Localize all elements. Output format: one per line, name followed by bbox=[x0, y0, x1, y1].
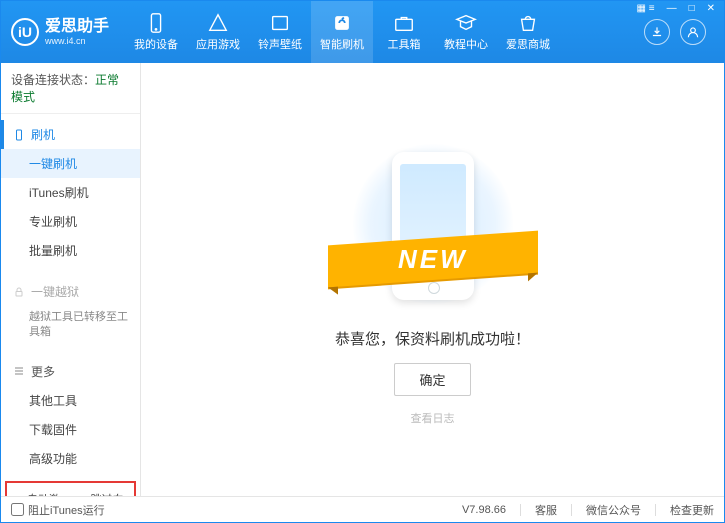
sidebar-item-pro[interactable]: 专业刷机 bbox=[1, 207, 140, 236]
sidebar-item-itunes[interactable]: iTunes刷机 bbox=[1, 178, 140, 207]
update-link[interactable]: 检查更新 bbox=[670, 502, 714, 518]
sidebar-item-batch[interactable]: 批量刷机 bbox=[1, 236, 140, 265]
success-illustration: NEW bbox=[328, 134, 538, 314]
lock-icon bbox=[13, 286, 25, 298]
close-button[interactable]: ✕ bbox=[704, 3, 718, 14]
tutorial-icon bbox=[455, 12, 477, 34]
header: ▦ ≡ — □ ✕ iU 爱思助手 www.i4.cn 我的设备 应用游戏 铃声 bbox=[1, 1, 724, 63]
highlighted-checkboxes: 自动激活 跳过向导 bbox=[5, 481, 136, 496]
main-content: NEW 恭喜您，保资料刷机成功啦！ 确定 查看日志 bbox=[141, 63, 724, 496]
list-icon bbox=[13, 365, 25, 377]
divider bbox=[520, 504, 521, 516]
toolbox-icon bbox=[393, 12, 415, 34]
footer-right: V7.98.66 客服 微信公众号 检查更新 bbox=[462, 502, 714, 518]
jailbreak-note: 越狱工具已转移至工具箱 bbox=[1, 306, 140, 345]
nav-my-device[interactable]: 我的设备 bbox=[125, 1, 187, 63]
app-title: 爱思助手 bbox=[45, 17, 109, 36]
store-icon bbox=[517, 12, 539, 34]
wechat-link[interactable]: 微信公众号 bbox=[586, 502, 641, 518]
header-actions bbox=[644, 19, 706, 45]
sidebar-item-oneclick[interactable]: 一键刷机 bbox=[1, 149, 140, 178]
ok-button[interactable]: 确定 bbox=[394, 363, 470, 396]
sidebar: 设备连接状态：正常模式 刷机 一键刷机 iTunes刷机 专业刷机 批量刷机 一… bbox=[1, 63, 141, 496]
footer: 阻止iTunes运行 V7.98.66 客服 微信公众号 检查更新 bbox=[1, 496, 724, 522]
app-window: ▦ ≡ — □ ✕ iU 爱思助手 www.i4.cn 我的设备 应用游戏 铃声 bbox=[0, 0, 725, 523]
menu-icon[interactable]: ▦ ≡ bbox=[634, 3, 658, 14]
nav-tutorial[interactable]: 教程中心 bbox=[435, 1, 497, 63]
window-controls: ▦ ≡ — □ ✕ bbox=[634, 3, 719, 14]
nav-ringtone[interactable]: 铃声壁纸 bbox=[249, 1, 311, 63]
section-jailbreak: 一键越狱 越狱工具已转移至工具箱 bbox=[1, 271, 140, 351]
nav-apps[interactable]: 应用游戏 bbox=[187, 1, 249, 63]
logo-icon: iU bbox=[11, 18, 39, 46]
nav-store[interactable]: 爱思商城 bbox=[497, 1, 559, 63]
app-subtitle: www.i4.cn bbox=[45, 36, 109, 47]
sidebar-item-firmware[interactable]: 下载固件 bbox=[1, 415, 140, 444]
divider bbox=[571, 504, 572, 516]
nav-flash[interactable]: 智能刷机 bbox=[311, 1, 373, 63]
service-link[interactable]: 客服 bbox=[535, 502, 557, 518]
connection-status: 设备连接状态：正常模式 bbox=[1, 63, 140, 114]
section-jailbreak-header[interactable]: 一键越狱 bbox=[1, 277, 140, 306]
body: 设备连接状态：正常模式 刷机 一键刷机 iTunes刷机 专业刷机 批量刷机 一… bbox=[1, 63, 724, 496]
sidebar-item-advanced[interactable]: 高级功能 bbox=[1, 444, 140, 473]
minimize-button[interactable]: — bbox=[664, 3, 680, 14]
divider bbox=[655, 504, 656, 516]
device-icon bbox=[145, 12, 167, 34]
nav-toolbox[interactable]: 工具箱 bbox=[373, 1, 435, 63]
top-nav: 我的设备 应用游戏 铃声壁纸 智能刷机 工具箱 教程中心 bbox=[125, 1, 644, 63]
section-more-header[interactable]: 更多 bbox=[1, 357, 140, 386]
maximize-button[interactable]: □ bbox=[686, 3, 698, 14]
section-flash: 刷机 一键刷机 iTunes刷机 专业刷机 批量刷机 bbox=[1, 114, 140, 271]
section-more: 更多 其他工具 下载固件 高级功能 bbox=[1, 351, 140, 479]
logo: iU 爱思助手 www.i4.cn bbox=[11, 17, 109, 47]
apps-icon bbox=[207, 12, 229, 34]
flash-icon bbox=[331, 12, 353, 34]
section-flash-header[interactable]: 刷机 bbox=[1, 120, 140, 149]
download-button[interactable] bbox=[644, 19, 670, 45]
user-button[interactable] bbox=[680, 19, 706, 45]
version-label: V7.98.66 bbox=[462, 504, 506, 516]
phone-icon bbox=[13, 129, 25, 141]
sidebar-item-other[interactable]: 其他工具 bbox=[1, 386, 140, 415]
checkbox-block-itunes[interactable]: 阻止iTunes运行 bbox=[11, 502, 105, 518]
success-message: 恭喜您，保资料刷机成功啦！ bbox=[335, 328, 530, 349]
wallpaper-icon bbox=[269, 12, 291, 34]
view-log-link[interactable]: 查看日志 bbox=[411, 410, 455, 426]
